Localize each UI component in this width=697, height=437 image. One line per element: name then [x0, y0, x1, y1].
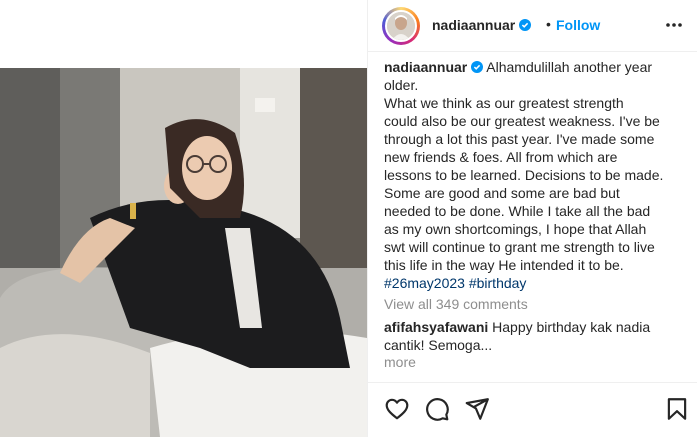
caption-line: could also be our greatest weakness. I'v… [384, 113, 660, 129]
post-details-panel: nadiaannuar • Follow nadiaannuar Alhamdu… [367, 0, 697, 437]
caption-line: older. [384, 77, 419, 93]
comments-section: nadiaannuar Alhamdulillah another year o… [368, 52, 697, 382]
caption-line: this life in the way He intended it to b… [384, 257, 624, 273]
header-username[interactable]: nadiaannuar [432, 17, 532, 33]
comment-more-link[interactable]: more [384, 354, 416, 370]
caption-line: swt will continue to grant me strength t… [384, 239, 655, 255]
post-header: nadiaannuar • Follow [368, 0, 697, 52]
caption-line: What we think as our greatest strength [384, 95, 624, 111]
follow-button[interactable]: Follow [556, 17, 600, 33]
post-photo[interactable] [0, 68, 367, 437]
caption-text: Alhamdulillah another year [486, 59, 653, 75]
action-bar [368, 382, 697, 437]
heart-icon[interactable] [384, 396, 410, 422]
comment-icon[interactable] [424, 396, 450, 422]
caption-line: through a lot this past year. I've made … [384, 131, 655, 147]
verified-badge-icon [519, 19, 532, 31]
caption-username[interactable]: nadiaannuar [384, 59, 467, 75]
comment-username[interactable]: afifahsyafawani [384, 319, 488, 335]
comment-item: afifahsyafawani Happy birthday kak nadia… [384, 318, 694, 354]
story-ring[interactable] [382, 7, 420, 45]
post-caption: nadiaannuar Alhamdulillah another year o… [384, 58, 694, 292]
comment-text-continued: cantik! Semoga... [384, 337, 493, 353]
comment-text: Happy birthday kak nadia [492, 319, 651, 335]
share-icon[interactable] [464, 396, 490, 422]
avatar-image [387, 12, 415, 40]
post-photo-illustration [0, 68, 367, 437]
caption-line: needed to be done. While I take all the … [384, 203, 651, 219]
avatar[interactable] [385, 10, 417, 42]
header-username-text[interactable]: nadiaannuar [432, 17, 515, 33]
comment-line: afifahsyafawani Happy birthday kak nadia [384, 318, 694, 336]
bookmark-icon[interactable] [664, 396, 690, 422]
more-options-icon[interactable] [664, 14, 684, 36]
post-media-area [0, 0, 367, 437]
verified-badge-icon [471, 61, 484, 73]
caption-hashtags[interactable]: #26may2023 #birthday [384, 274, 694, 292]
caption-line: new friends & foes. All from which are [384, 149, 618, 165]
caption-line: Some are good and some are bad but [384, 185, 620, 201]
caption-line: lessons to be learned. Decisions to be m… [384, 167, 664, 183]
caption-line: as my own shortcomings, I hope that Alla… [384, 221, 647, 237]
header-separator: • [546, 16, 551, 32]
view-all-comments-link[interactable]: View all 349 comments [384, 296, 528, 312]
caption-line: nadiaannuar Alhamdulillah another year [384, 58, 694, 76]
